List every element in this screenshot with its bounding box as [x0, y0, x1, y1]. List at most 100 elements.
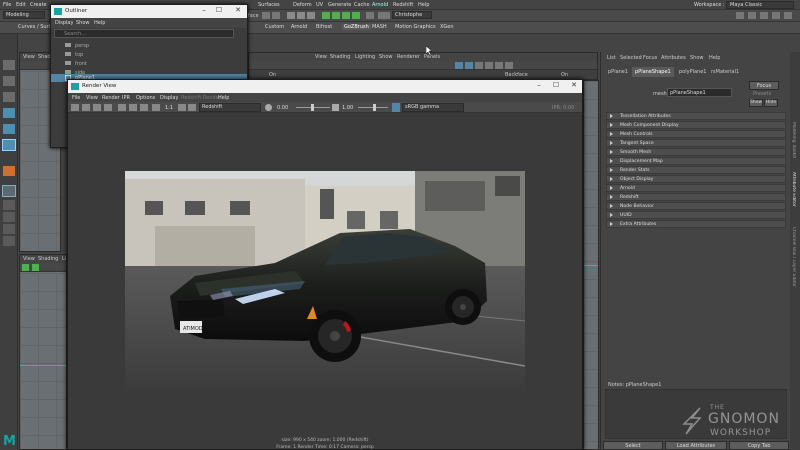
vp-menu-renderer[interactable]: Renderer — [397, 54, 420, 60]
outliner-menu-help[interactable]: Help — [94, 20, 105, 26]
vp-menu-lighting-2[interactable]: Li — [62, 256, 66, 262]
vp-camera-icon[interactable] — [22, 264, 29, 271]
layout-icon-2[interactable] — [3, 236, 15, 246]
rotate-tool-icon[interactable] — [3, 124, 15, 134]
shelf-tab-arnold[interactable]: Arnold — [291, 24, 307, 30]
snap-icon[interactable] — [262, 12, 270, 19]
textured-icon[interactable] — [475, 62, 483, 69]
mode-dropdown[interactable]: Modeling — [3, 11, 45, 19]
user-dropdown[interactable]: Christophe — [392, 11, 432, 19]
user-icon[interactable] — [378, 12, 390, 19]
mesh-name-field[interactable]: pPlaneShape1 — [667, 88, 732, 97]
attr-menu-show[interactable]: Show — [690, 55, 704, 61]
shelf-tab-gozbrush[interactable]: GoZBrush — [342, 24, 371, 30]
renderer-dropdown[interactable]: Redshift — [199, 103, 261, 112]
ipr-render-icon[interactable] — [82, 104, 90, 111]
vp-menu-shading[interactable]: Shad — [38, 54, 51, 60]
vp-menu-shading-2[interactable]: Shading — [38, 256, 58, 262]
four-view-icon[interactable] — [3, 200, 15, 210]
section-redshift[interactable]: Redshift — [606, 193, 786, 201]
section-object-display[interactable]: Object Display — [606, 175, 786, 183]
panel-toggle-icon-2[interactable] — [748, 12, 756, 19]
presets-button[interactable]: Presets — [753, 91, 771, 97]
render-settings-icon[interactable] — [307, 12, 315, 19]
workspace-dropdown[interactable]: Maya Classic — [726, 1, 794, 9]
attr-tab-polyplane1[interactable]: polyPlane1 — [677, 69, 708, 75]
outliner-search-input[interactable]: Search... — [54, 29, 234, 38]
fit-icon[interactable] — [152, 104, 160, 111]
minimize-icon[interactable]: – — [533, 81, 545, 89]
refresh-icon[interactable] — [93, 104, 101, 111]
exposure-value[interactable]: 0.00 — [277, 105, 288, 111]
section-smooth-mesh[interactable]: Smooth Mesh — [606, 148, 786, 156]
ipr-icon[interactable] — [297, 12, 305, 19]
vp-menu-view[interactable]: View — [315, 54, 327, 60]
section-node-behavior[interactable]: Node Behavior — [606, 202, 786, 210]
select-button[interactable]: Select — [603, 441, 663, 450]
section-tessellation[interactable]: Tessellation Attributes — [606, 112, 786, 120]
attr-tab-rsmaterial1[interactable]: rsMaterial1 — [709, 69, 741, 75]
remove-image-icon[interactable] — [188, 104, 196, 111]
close-icon[interactable]: ✕ — [232, 6, 244, 14]
panel-toggle-icon-5[interactable] — [784, 12, 792, 19]
rs-ipr-icon[interactable] — [332, 12, 340, 19]
two-view-icon[interactable] — [3, 212, 15, 222]
panel-toggle-icon[interactable] — [736, 12, 744, 19]
side-tab-attribute-editor[interactable]: Attribute Editor — [791, 172, 796, 207]
menu-arnold[interactable]: Arnold — [372, 2, 388, 8]
snapshot-icon[interactable] — [118, 104, 126, 111]
soft-mod-icon[interactable] — [3, 166, 15, 176]
minimize-icon[interactable]: – — [198, 6, 210, 14]
move-tool-icon[interactable] — [3, 108, 15, 118]
menu-generate[interactable]: Generate — [328, 2, 351, 8]
list-item[interactable]: persp — [51, 41, 247, 50]
color-space-dropdown[interactable]: sRGB gamma — [402, 103, 464, 112]
render-view-title-bar[interactable]: Render View – ☐ ✕ — [68, 80, 582, 93]
vp-menu-lighting[interactable]: Lighting — [355, 54, 375, 60]
panel-toggle-icon-3[interactable] — [760, 12, 768, 19]
vp-camera-icon-2[interactable] — [32, 264, 39, 271]
rv-menu-ipr[interactable]: IPR — [122, 95, 130, 101]
rs-render-view-icon[interactable] — [352, 12, 360, 19]
shelf-tab-mash[interactable]: MASH — [372, 24, 387, 30]
section-tangent-space[interactable]: Tangent Space — [606, 139, 786, 147]
rgb-icon[interactable] — [129, 104, 137, 111]
select-tool-icon[interactable] — [3, 60, 15, 70]
gamma-slider-handle[interactable] — [373, 104, 376, 111]
section-extra-attributes[interactable]: Extra Attributes — [606, 220, 786, 228]
exposure-slider-handle[interactable] — [311, 104, 314, 111]
close-icon[interactable]: ✕ — [568, 81, 580, 89]
vp-menu-show[interactable]: Show — [379, 54, 393, 60]
lasso-tool-icon[interactable] — [3, 76, 15, 86]
single-view-icon[interactable] — [2, 185, 16, 197]
section-render-stats[interactable]: Render Stats — [606, 166, 786, 174]
keep-image-icon[interactable] — [178, 104, 186, 111]
side-tab-modeling-toolkit[interactable]: Modeling Toolkit — [791, 122, 796, 158]
ratio-label[interactable]: 1:1 — [165, 105, 173, 111]
rs-render-icon[interactable] — [322, 12, 330, 19]
color-manage-icon[interactable] — [392, 103, 400, 112]
vp-menu-view-2[interactable]: View — [23, 256, 35, 262]
attr-menu-attributes[interactable]: Attributes — [661, 55, 686, 61]
shelf-tab-custom[interactable]: Custom — [265, 24, 284, 30]
menu-cache[interactable]: Cache — [354, 2, 370, 8]
menu-redshift[interactable]: Redshift — [393, 2, 413, 8]
smooth-shade-icon[interactable] — [465, 62, 473, 69]
attr-menu-focus[interactable]: Focus — [643, 55, 657, 61]
menu-create[interactable]: Create — [30, 2, 47, 8]
layout-icon[interactable] — [3, 224, 15, 234]
section-mesh-controls[interactable]: Mesh Controls — [606, 130, 786, 138]
rv-menu-render[interactable]: Render — [102, 95, 120, 101]
section-displacement-map[interactable]: Displacement Map — [606, 157, 786, 165]
outliner-title-bar[interactable]: Outliner – ☐ ✕ — [51, 5, 247, 18]
menu-uv[interactable]: UV — [316, 2, 323, 8]
attr-tab-pplane1[interactable]: pPlane1 — [606, 69, 630, 75]
alpha-icon[interactable] — [140, 104, 148, 111]
snap-curve-icon[interactable] — [272, 12, 280, 19]
render-icon[interactable] — [287, 12, 295, 19]
scale-tool-icon[interactable] — [2, 139, 16, 151]
gamma-value[interactable]: 1.00 — [342, 105, 353, 111]
rv-menu-redshift[interactable]: Redshift Render — [181, 95, 221, 101]
menu-edit[interactable]: Edit — [16, 2, 26, 8]
show-button[interactable]: Show — [749, 99, 763, 107]
